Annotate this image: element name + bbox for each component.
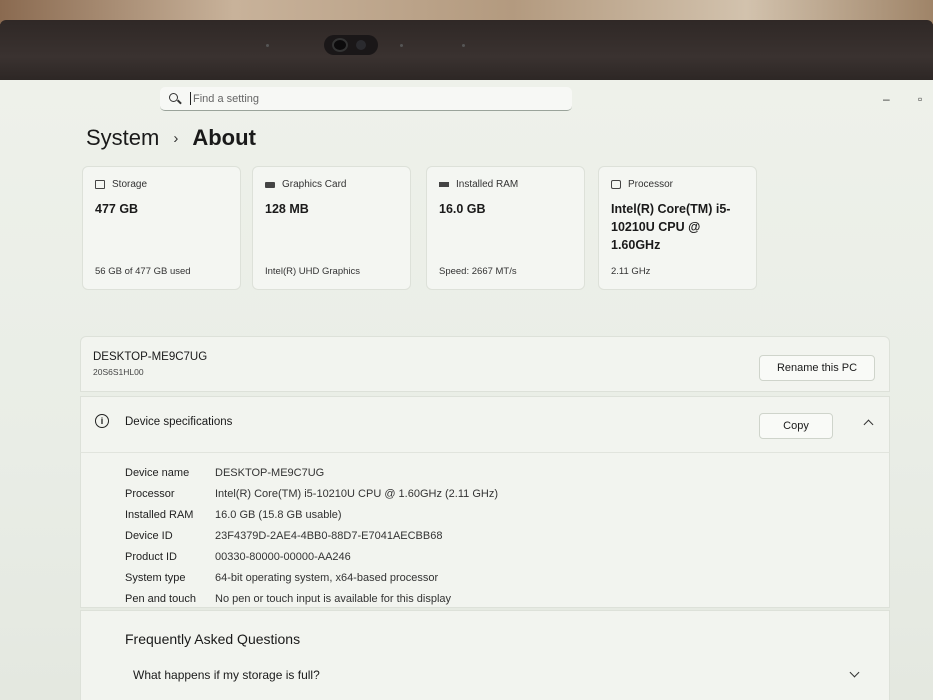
spec-value: 16.0 GB (15.8 GB usable): [215, 509, 342, 521]
search-icon: [168, 92, 182, 106]
spec-key: Device ID: [125, 530, 173, 542]
breadcrumb-system[interactable]: System: [86, 125, 159, 151]
spec-row: Processor Intel(R) Core(TM) i5-10210U CPU…: [125, 488, 498, 500]
graphics-card-card[interactable]: Graphics Card 128 MB Intel(R) UHD Graphi…: [252, 166, 411, 290]
pc-name-panel: DESKTOP-ME9C7UG 20S6S1HL00 Rename this P…: [80, 336, 890, 392]
graphics-card-icon: [265, 181, 275, 188]
card-value: Intel(R) Core(TM) i5-10210U CPU @ 1.60GH…: [611, 202, 731, 252]
spec-value: 00330-80000-00000-AA246: [215, 551, 351, 563]
card-value: 16.0 GB: [439, 202, 486, 216]
copy-button[interactable]: Copy: [759, 413, 833, 439]
card-label: Processor: [628, 179, 674, 190]
spec-value: 64-bit operating system, x64-based proce…: [215, 572, 439, 584]
spec-key: Installed RAM: [125, 509, 194, 521]
bezel-sensor: [400, 44, 403, 47]
card-detail: Speed: 2667 MT/s: [439, 266, 517, 277]
bezel-sensor: [462, 44, 465, 47]
card-label: Storage: [112, 179, 148, 190]
card-detail: 2.11 GHz: [611, 266, 651, 277]
breadcrumb: System › About: [86, 125, 256, 151]
restore-button[interactable]: ▫: [918, 92, 922, 106]
ram-card[interactable]: Installed RAM 16.0 GB Speed: 2667 MT/s: [426, 166, 585, 290]
device-specifications-body: Device name DESKTOP-ME9C7UG Processor Inte…: [80, 452, 890, 608]
breadcrumb-separator: ›: [173, 129, 179, 147]
storage-card[interactable]: Storage 477 GB 56 GB of 477 GB used: [82, 166, 241, 290]
spec-row: Pen and touch No pen or touch input is av…: [125, 593, 451, 605]
chevron-up-icon[interactable]: [863, 417, 875, 429]
spec-value: DESKTOP-ME9C7UG: [215, 467, 325, 479]
pc-name: DESKTOP-ME9C7UG: [93, 351, 208, 363]
card-value: 477 GB: [95, 202, 139, 216]
webcam: [324, 35, 378, 55]
rename-pc-button[interactable]: Rename this PC: [759, 355, 875, 381]
processor-card[interactable]: Processor Intel(R) Core(TM) i5-10210U CP…: [598, 166, 757, 290]
page-title: About: [192, 125, 256, 150]
spec-row: Product ID 00330-80000-00000-AA246: [125, 551, 351, 563]
minimize-button[interactable]: –: [883, 92, 890, 106]
faq-section: Frequently Asked Questions What happens …: [80, 610, 890, 700]
spec-key: Pen and touch: [125, 593, 196, 605]
card-label: Graphics Card: [282, 179, 347, 190]
card-detail: Intel(R) UHD Graphics: [265, 266, 361, 277]
spec-row: Device ID 23F4379D-2AE4-4BB0-88D7-E7041AE…: [125, 530, 442, 542]
spec-key: Device name: [125, 467, 190, 479]
device-specifications-header[interactable]: i Device specifications Copy: [80, 396, 890, 452]
spec-row: Installed RAM 16.0 GB (15.8 GB usable): [125, 509, 342, 521]
spec-value: 23F4379D-2AE4-4BB0-88D7-E7041AECBB68: [215, 530, 443, 542]
spec-row: System type 64-bit operating system, x64-…: [125, 572, 438, 584]
processor-icon: [611, 180, 621, 189]
spec-row: Device name DESKTOP-ME9C7UG: [125, 467, 324, 479]
text-cursor: [190, 92, 191, 105]
info-icon: i: [95, 414, 109, 428]
card-label: Installed RAM: [456, 179, 519, 190]
laptop-bezel: [0, 20, 933, 82]
spec-key: Processor: [125, 488, 175, 500]
spec-value: No pen or touch input is available for t…: [215, 593, 452, 605]
ram-icon: [439, 182, 449, 187]
spec-value: Intel(R) Core(TM) i5-10210U CPU @ 1.60GH…: [215, 488, 498, 500]
faq-question[interactable]: What happens if my storage is full?: [133, 668, 320, 682]
bezel-sensor: [266, 44, 269, 47]
card-detail: 56 GB of 477 GB used: [95, 266, 191, 277]
pc-model: 20S6S1HL00: [93, 367, 144, 377]
section-title: Device specifications: [125, 416, 233, 428]
faq-title: Frequently Asked Questions: [125, 631, 301, 647]
storage-icon: [95, 180, 105, 189]
search-box[interactable]: Find a setting: [160, 87, 572, 111]
card-value: 128 MB: [265, 202, 309, 216]
spec-key: System type: [125, 572, 186, 584]
spec-key: Product ID: [125, 551, 177, 563]
chevron-down-icon[interactable]: [849, 669, 861, 681]
settings-window: Find a setting – ▫ System › About Storag…: [0, 80, 933, 700]
search-input[interactable]: Find a setting: [193, 93, 259, 105]
